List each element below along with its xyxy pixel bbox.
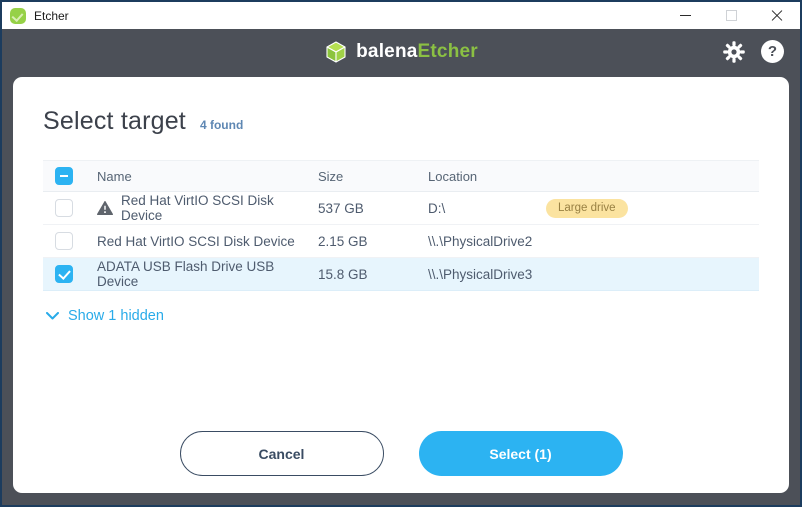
row2-checkbox[interactable] — [55, 232, 73, 250]
app-body: Select target 4 found Name Size Location — [2, 74, 800, 505]
minimize-button[interactable] — [662, 2, 708, 29]
column-header-location: Location — [428, 169, 546, 184]
drive-location: D:\ — [428, 201, 546, 216]
titlebar: Etcher — [2, 2, 800, 29]
table-row-drive-2[interactable]: Red Hat VirtIO SCSI Disk Device 2.15 GB … — [43, 225, 759, 258]
brand-text: balenaEtcher — [356, 41, 478, 63]
drive-name: ADATA USB Flash Drive USB Device — [97, 259, 318, 289]
header-checkbox-cell — [55, 167, 97, 185]
window-title: Etcher — [34, 9, 69, 23]
drive-name: Red Hat VirtIO SCSI Disk Device — [97, 234, 295, 249]
page-heading: Select target 4 found — [43, 107, 759, 136]
page-title: Select target — [43, 107, 186, 136]
cancel-button[interactable]: Cancel — [180, 431, 384, 476]
warning-icon — [97, 201, 113, 215]
chevron-down-icon — [46, 312, 59, 320]
row1-checkbox[interactable] — [55, 199, 73, 217]
balena-etcher-logo: balenaEtcher — [324, 40, 478, 64]
header-actions: ? — [722, 29, 784, 74]
show-hidden-toggle[interactable]: Show 1 hidden — [43, 308, 759, 324]
drive-location: \\.\PhysicalDrive3 — [428, 267, 546, 282]
footer-buttons: Cancel Select (1) — [43, 431, 759, 476]
balena-cube-icon — [324, 40, 348, 64]
table-row-drive-1[interactable]: Red Hat VirtIO SCSI Disk Device 537 GB D… — [43, 192, 759, 225]
large-drive-badge: Large drive — [546, 199, 628, 218]
drive-size: 15.8 GB — [318, 267, 428, 282]
drive-size: 537 GB — [318, 201, 428, 216]
drive-table: Name Size Location — [43, 160, 759, 291]
maximize-button[interactable] — [708, 2, 754, 29]
drive-name: Red Hat VirtIO SCSI Disk Device — [121, 193, 318, 223]
help-icon[interactable]: ? — [761, 40, 784, 63]
found-count: 4 found — [200, 118, 243, 132]
column-header-name: Name — [97, 169, 318, 184]
etcher-app-icon — [10, 8, 26, 24]
drive-size: 2.15 GB — [318, 234, 428, 249]
settings-gear-icon[interactable] — [722, 40, 746, 64]
show-hidden-label: Show 1 hidden — [68, 308, 164, 324]
etcher-window: Etcher balenaEtcher — [0, 0, 802, 507]
select-button[interactable]: Select (1) — [419, 431, 623, 476]
table-row-drive-3[interactable]: ADATA USB Flash Drive USB Device 15.8 GB… — [43, 258, 759, 291]
select-target-panel: Select target 4 found Name Size Location — [13, 77, 789, 493]
minimize-icon — [680, 15, 691, 16]
close-button[interactable] — [754, 2, 800, 29]
column-header-size: Size — [318, 169, 428, 184]
brand-balena: balena — [356, 41, 417, 62]
maximize-icon — [726, 10, 737, 21]
row3-checkbox[interactable] — [55, 265, 73, 283]
select-all-checkbox[interactable] — [55, 167, 73, 185]
drive-location: \\.\PhysicalDrive2 — [428, 234, 546, 249]
table-header-row: Name Size Location — [43, 160, 759, 192]
brand-etcher: Etcher — [418, 41, 478, 62]
app-header: balenaEtcher — [2, 29, 800, 74]
